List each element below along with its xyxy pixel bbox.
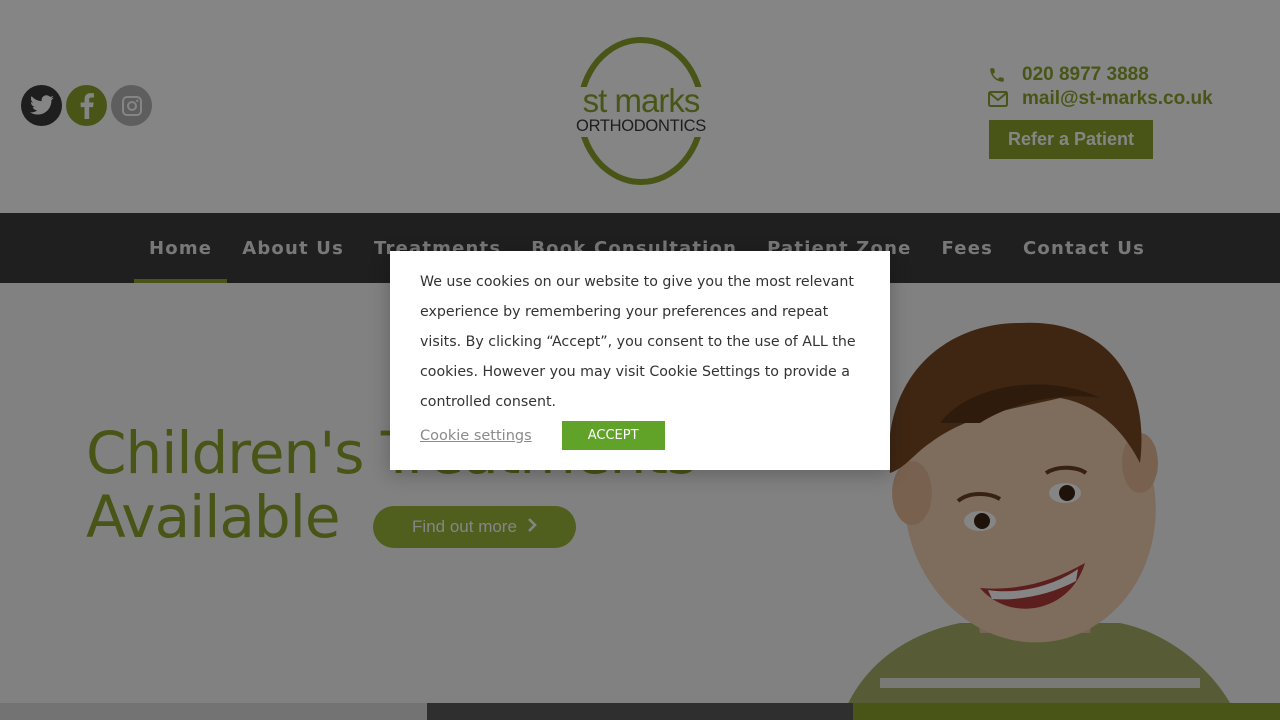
cookie-consent-dialog: We use cookies on our website to give yo… [390, 251, 890, 470]
cookie-settings-link[interactable]: Cookie settings [420, 428, 532, 444]
accept-button[interactable]: ACCEPT [561, 421, 665, 450]
cookie-message: We use cookies on our website to give yo… [420, 274, 856, 410]
cookie-actions: Cookie settings ACCEPT [420, 421, 665, 450]
